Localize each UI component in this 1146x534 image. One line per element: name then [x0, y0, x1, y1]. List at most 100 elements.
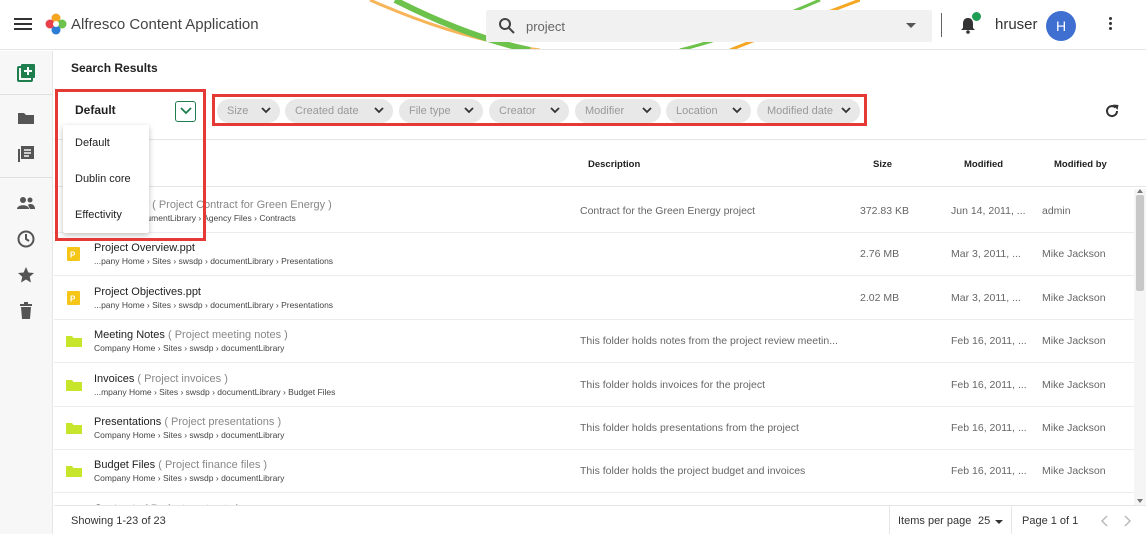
row-modified-by: Mike Jackson: [1042, 248, 1106, 261]
star-icon[interactable]: [16, 265, 36, 285]
table-row[interactable]: Invoices ( Project invoices ) ...mpany Ho…: [54, 364, 1134, 407]
items-per-page-label: Items per page: [898, 515, 972, 527]
table-row[interactable]: Presentations ( Project presentations ) C…: [54, 407, 1134, 450]
row-modified: Feb 16, 2011, ...: [951, 378, 1027, 391]
filter-chip-label: Creator: [499, 105, 536, 117]
filter-chip-modifier[interactable]: Modifier: [575, 99, 661, 123]
search-input[interactable]: [526, 16, 886, 36]
ppt-file-icon: P: [66, 290, 82, 305]
items-per-page-select[interactable]: 25: [978, 515, 990, 527]
more-options-icon[interactable]: [1104, 17, 1116, 35]
app-window: Alfresco Content Application hruser H: [0, 0, 1146, 534]
column-header-size[interactable]: Size: [873, 159, 892, 170]
scroll-thumb[interactable]: [1136, 195, 1144, 291]
column-header-description[interactable]: Description: [588, 159, 640, 170]
row-file-name[interactable]: Meeting Notes: [94, 329, 165, 341]
search-options-caret-icon[interactable]: [906, 23, 916, 28]
items-per-page: Items per page 25: [889, 506, 1009, 534]
notification-badge: [971, 11, 982, 22]
vertical-scrollbar[interactable]: [1134, 189, 1146, 505]
chevron-down-icon: [374, 107, 384, 114]
row-name[interactable]: Presentations ( Project presentations ): [94, 416, 281, 428]
row-file-name[interactable]: Budget Files: [94, 459, 155, 471]
row-name[interactable]: Project Overview.ppt: [94, 242, 195, 254]
folder-icon[interactable]: [16, 108, 36, 128]
row-modified-by: Mike Jackson: [1042, 465, 1106, 478]
row-file-name[interactable]: Presentations: [94, 416, 161, 428]
filter-chip-file-type[interactable]: File type: [399, 99, 483, 123]
row-title: ( Project finance files ): [158, 459, 268, 472]
sidebar-divider: [0, 177, 53, 178]
row-name[interactable]: Invoices ( Project invoices ): [94, 373, 228, 385]
layout-selector[interactable]: Default: [75, 103, 116, 117]
row-file-name[interactable]: Invoices: [94, 373, 134, 385]
row-file-name[interactable]: Project Overview.ppt: [94, 242, 195, 254]
layout-option-dublin-core[interactable]: Dublin core: [63, 161, 149, 197]
ppt-file-icon: P: [66, 247, 82, 262]
row-description: This folder holds the project budget and…: [580, 465, 806, 478]
row-description: Contract for the Green Energy project: [580, 205, 756, 217]
row-modified-by: admin: [1042, 205, 1071, 217]
clock-icon[interactable]: [16, 229, 36, 249]
row-modified: Mar 3, 2011, ...: [951, 291, 1021, 304]
row-location[interactable]: ...mpany Home › Sites › swsdp › document…: [94, 387, 335, 397]
row-title: ( Project meeting notes ): [168, 329, 288, 342]
previous-page-icon[interactable]: [1100, 515, 1110, 527]
layout-option-effectivity[interactable]: Effectivity: [63, 197, 149, 233]
table-row[interactable]: P Project Objectives.ppt ...pany Home › S…: [54, 277, 1134, 320]
table-row[interactable]: Meeting Notes ( Project meeting notes ) C…: [54, 320, 1134, 364]
next-page-icon[interactable]: [1122, 515, 1132, 527]
table-row[interactable]: Budget Files ( Project finance files ) Co…: [54, 450, 1134, 494]
refresh-icon[interactable]: [1104, 103, 1120, 119]
scroll-down-arrow-icon[interactable]: [1137, 499, 1143, 503]
svg-text:P: P: [70, 251, 76, 260]
row-file-name[interactable]: Project Objectives.ppt: [94, 286, 201, 298]
menu-icon[interactable]: [14, 15, 34, 35]
people-icon[interactable]: [16, 193, 36, 213]
row-location[interactable]: Company Home › Sites › swsdp › documentL…: [94, 343, 284, 353]
row-name[interactable]: Meeting Notes ( Project meeting notes ): [94, 329, 288, 341]
filter-chip-modified-date[interactable]: Modified date: [757, 99, 860, 123]
page-navigator: Page 1 of 1: [1011, 506, 1132, 534]
filter-chip-size[interactable]: Size: [217, 99, 280, 123]
trash-icon[interactable]: [16, 301, 36, 321]
table-row[interactable]: ...ntract.pdf ( Project Contract for Gre…: [54, 190, 1134, 233]
row-description: This folder holds invoices for the proje…: [580, 378, 766, 391]
app-header: Alfresco Content Application hruser H: [0, 0, 1146, 50]
row-name[interactable]: Project Objectives.ppt: [94, 286, 201, 298]
pagination-footer: Showing 1-23 of 23 Items per page 25 Pag…: [54, 505, 1146, 534]
page-label: Page 1 of 1: [1022, 515, 1079, 527]
filter-chip-location[interactable]: Location: [666, 99, 751, 123]
row-location[interactable]: Company Home › Sites › swsdp › documentL…: [94, 430, 284, 440]
column-header-modified-by[interactable]: Modified by: [1054, 159, 1107, 170]
create-icon[interactable]: [16, 63, 36, 83]
user-avatar[interactable]: H: [1046, 11, 1076, 41]
table-row[interactable]: P Project Overview.ppt ...pany Home › Sit…: [54, 233, 1134, 277]
chevron-down-icon: [261, 107, 271, 114]
user-name[interactable]: hruser: [995, 16, 1038, 33]
main-content: Search Results Default Default Dublin co…: [54, 51, 1146, 534]
library-icon[interactable]: [16, 144, 36, 164]
row-title: ( Project Contract for Green Energy ): [152, 199, 332, 211]
row-modified: Feb 16, 2011, ...: [951, 465, 1027, 478]
column-header-modified[interactable]: Modified: [964, 159, 1003, 170]
chevron-down-icon: [841, 107, 851, 114]
chevron-down-icon: [464, 107, 474, 114]
filter-chip-creator[interactable]: Creator: [489, 99, 569, 123]
row-title: ( Project presentations ): [164, 416, 282, 428]
folder-file-icon: [66, 378, 82, 392]
row-modified: Jun 14, 2011, ...: [951, 205, 1026, 217]
layout-dropdown-toggle[interactable]: [175, 101, 196, 122]
row-name[interactable]: Budget Files ( Project finance files ): [94, 459, 267, 471]
row-modified-by: Mike Jackson: [1042, 291, 1106, 304]
search-icon[interactable]: [498, 17, 516, 35]
row-modified: Feb 16, 2011, ...: [951, 422, 1027, 434]
row-location[interactable]: Company Home › Sites › swsdp › documentL…: [94, 473, 284, 483]
scroll-up-arrow-icon[interactable]: [1137, 189, 1143, 193]
caret-down-icon[interactable]: [995, 520, 1003, 524]
row-location[interactable]: ...pany Home › Sites › swsdp › documentL…: [94, 256, 333, 266]
row-location[interactable]: ...pany Home › Sites › swsdp › documentL…: [94, 300, 333, 310]
search-bar[interactable]: [486, 10, 932, 42]
layout-option-default[interactable]: Default: [63, 125, 149, 161]
filter-chip-created-date[interactable]: Created date: [285, 99, 393, 123]
